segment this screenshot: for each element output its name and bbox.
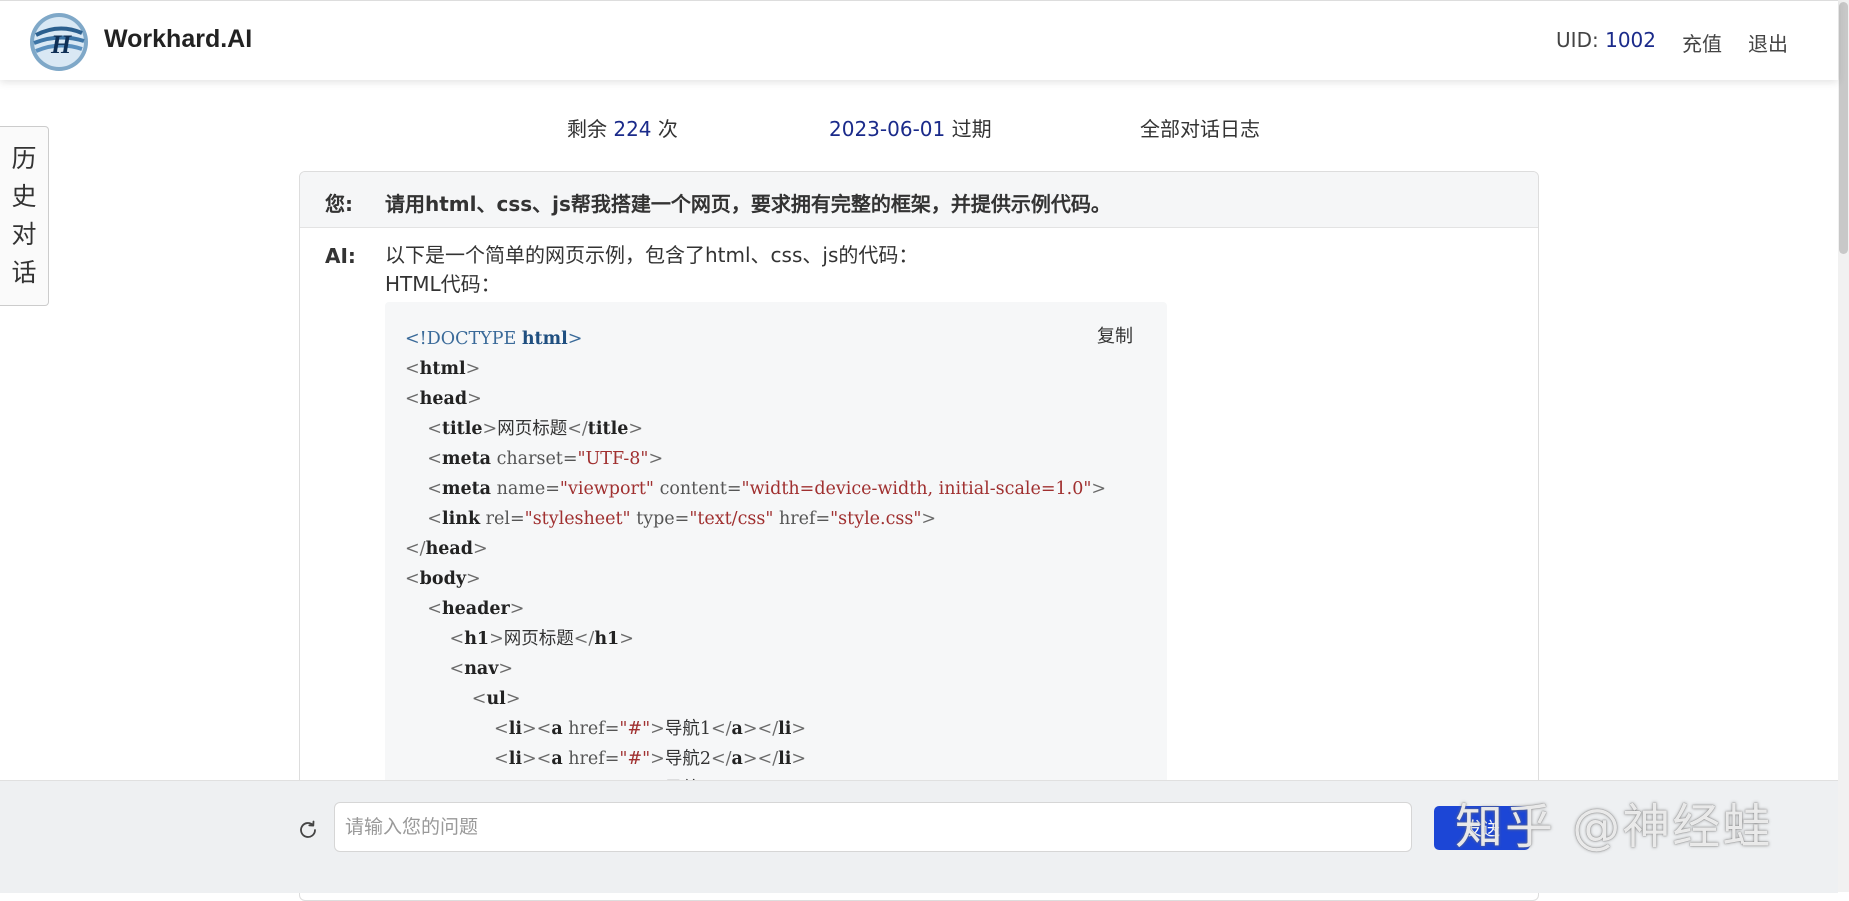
- history-tab-char: 史: [11, 182, 37, 211]
- user-message-row: 您: 请用html、css、js帮我搭建一个网页，要求拥有完整的框架，并提供示例…: [300, 172, 1538, 228]
- top-navbar: H Workhard.AI UID: 1002 充值 退出: [0, 0, 1838, 80]
- nav-right: UID: 1002 充值 退出: [1556, 28, 1788, 57]
- watermark: 知乎 @神经蛙: [1455, 799, 1773, 855]
- uid-value: 1002: [1605, 28, 1656, 52]
- recharge-link[interactable]: 充值: [1682, 28, 1722, 57]
- code-block: 复制 <!DOCTYPE html> <html> <head> <title>…: [385, 302, 1167, 802]
- ai-role-label: AI:: [325, 244, 356, 268]
- user-role-label: 您:: [325, 192, 353, 216]
- remaining-number: 224: [613, 117, 652, 141]
- brand-name: Workhard.AI: [104, 25, 253, 53]
- svg-text:H: H: [50, 30, 72, 59]
- remaining-count: 剩余 224 次: [567, 113, 678, 142]
- history-tab-char: 历: [11, 144, 37, 173]
- history-tab-char: 话: [11, 258, 37, 287]
- ai-answer-line: HTML代码：: [385, 272, 501, 296]
- code-content: <!DOCTYPE html> <html> <head> <title>网页标…: [405, 329, 1107, 799]
- remaining-suffix: 次: [651, 117, 678, 141]
- history-tab-char: 对: [11, 220, 37, 249]
- refresh-icon[interactable]: [296, 818, 320, 842]
- uid-display: UID: 1002: [1556, 28, 1656, 57]
- question-input[interactable]: [334, 802, 1412, 852]
- ai-answer-line: 以下是一个简单的网页示例，包含了html、css、js的代码：: [385, 243, 919, 267]
- logout-link[interactable]: 退出: [1748, 28, 1788, 57]
- page-scrollbar[interactable]: [1838, 0, 1849, 892]
- scrollbar-thumb[interactable]: [1839, 2, 1848, 254]
- expiry-date-value: 2023-06-01: [829, 117, 946, 141]
- expiry-date: 2023-06-01 过期: [829, 113, 992, 142]
- uid-label: UID:: [1556, 28, 1606, 52]
- user-question: 请用html、css、js帮我搭建一个网页，要求拥有完整的框架，并提供示例代码。: [385, 192, 1111, 216]
- ai-answer-intro: 以下是一个简单的网页示例，包含了html、css、js的代码： HTML代码：: [385, 241, 918, 299]
- expiry-suffix: 过期: [945, 117, 992, 141]
- history-chat-tab[interactable]: 历 史 对 话: [0, 126, 49, 306]
- all-logs-link[interactable]: 全部对话日志: [1140, 113, 1260, 142]
- remaining-prefix: 剩余: [567, 117, 614, 141]
- workhard-logo-icon[interactable]: H: [28, 11, 90, 73]
